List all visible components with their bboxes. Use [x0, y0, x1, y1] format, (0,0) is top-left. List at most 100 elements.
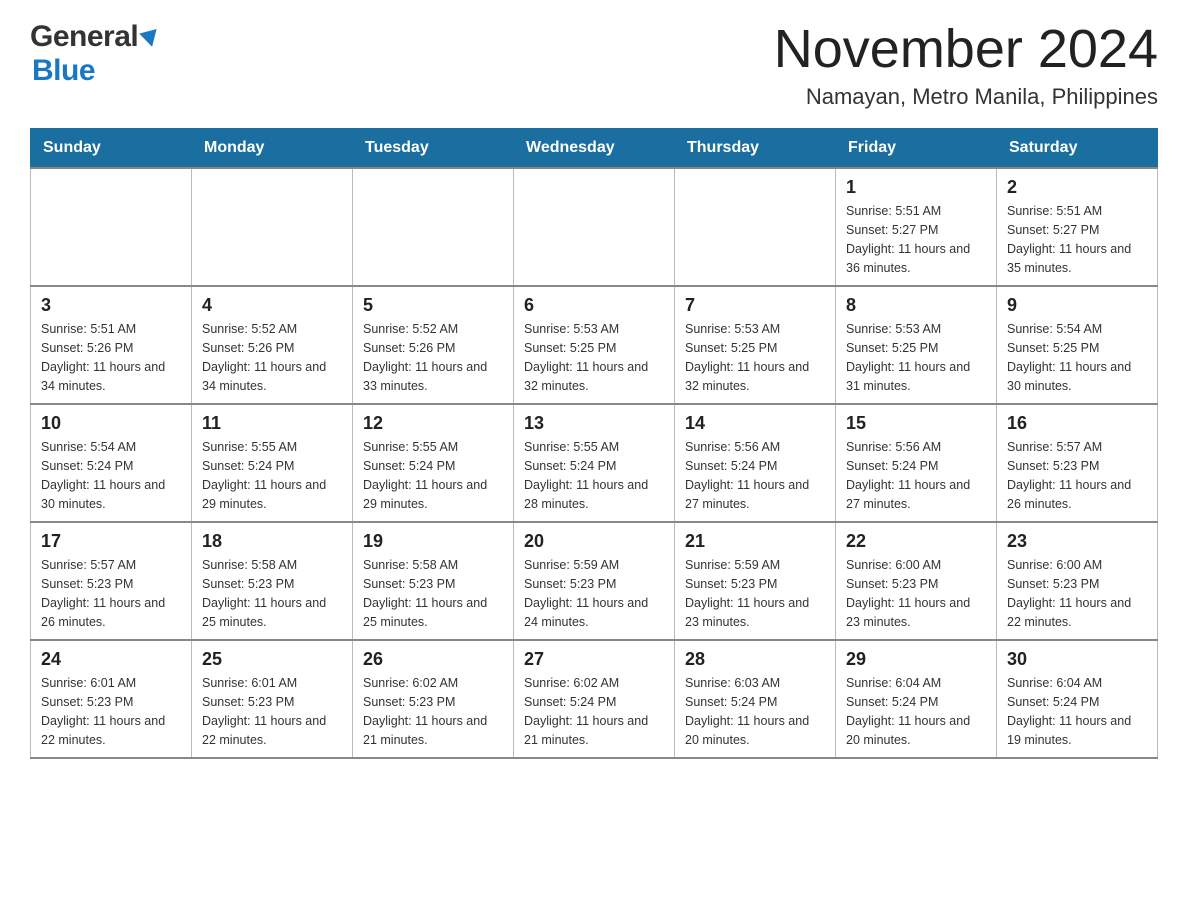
calendar-cell: 14Sunrise: 5:56 AMSunset: 5:24 PMDayligh…	[675, 404, 836, 522]
day-info: Sunrise: 6:01 AMSunset: 5:23 PMDaylight:…	[202, 674, 342, 749]
day-info: Sunrise: 5:58 AMSunset: 5:23 PMDaylight:…	[363, 556, 503, 631]
day-info: Sunrise: 5:53 AMSunset: 5:25 PMDaylight:…	[685, 320, 825, 395]
day-info: Sunrise: 5:59 AMSunset: 5:23 PMDaylight:…	[524, 556, 664, 631]
day-info: Sunrise: 5:53 AMSunset: 5:25 PMDaylight:…	[524, 320, 664, 395]
day-number: 8	[846, 295, 986, 316]
calendar-cell	[192, 168, 353, 286]
calendar-cell: 25Sunrise: 6:01 AMSunset: 5:23 PMDayligh…	[192, 640, 353, 758]
day-number: 2	[1007, 177, 1147, 198]
calendar-cell: 21 Sunrise: 5:59 AMSunset: 5:23 PMDayligh…	[675, 522, 836, 640]
day-info: Sunrise: 5:52 AMSunset: 5:26 PMDaylight:…	[202, 320, 342, 395]
day-number: 10	[41, 413, 181, 434]
day-info: Sunrise: 6:00 AMSunset: 5:23 PMDaylight:…	[1007, 556, 1147, 631]
calendar-cell	[514, 168, 675, 286]
day-info: Sunrise: 6:03 AMSunset: 5:24 PMDaylight:…	[685, 674, 825, 749]
calendar-cell: 26 Sunrise: 6:02 AMSunset: 5:23 PMDayligh…	[353, 640, 514, 758]
day-info: Sunrise: 6:04 AMSunset: 5:24 PMDaylight:…	[846, 674, 986, 749]
day-info: Sunrise: 5:57 AMSunset: 5:23 PMDaylight:…	[1007, 438, 1147, 513]
day-number: 3	[41, 295, 181, 316]
day-number: 15	[846, 413, 986, 434]
day-info: Sunrise: 5:54 AMSunset: 5:25 PMDaylight:…	[1007, 320, 1147, 395]
day-number: 22	[846, 531, 986, 552]
day-info: Sunrise: 5:53 AMSunset: 5:25 PMDaylight:…	[846, 320, 986, 395]
calendar-cell: 22 Sunrise: 6:00 AMSunset: 5:23 PMDayligh…	[836, 522, 997, 640]
calendar-cell: 3 Sunrise: 5:51 AMSunset: 5:26 PMDaylight…	[31, 286, 192, 404]
calendar-week-3: 10 Sunrise: 5:54 AMSunset: 5:24 PMDayligh…	[31, 404, 1158, 522]
day-info: Sunrise: 6:02 AMSunset: 5:23 PMDaylight:…	[363, 674, 503, 749]
calendar-cell: 2 Sunrise: 5:51 AMSunset: 5:27 PMDaylight…	[997, 168, 1158, 286]
calendar-cell: 1Sunrise: 5:51 AMSunset: 5:27 PMDaylight…	[836, 168, 997, 286]
calendar-header-tuesday: Tuesday	[353, 129, 514, 169]
calendar-cell: 15 Sunrise: 5:56 AMSunset: 5:24 PMDayligh…	[836, 404, 997, 522]
page-header: General Blue November 2024 Namayan, Metr…	[30, 20, 1158, 110]
calendar-cell: 9 Sunrise: 5:54 AMSunset: 5:25 PMDaylight…	[997, 286, 1158, 404]
calendar-cell: 23Sunrise: 6:00 AMSunset: 5:23 PMDayligh…	[997, 522, 1158, 640]
day-number: 5	[363, 295, 503, 316]
day-info: Sunrise: 5:54 AMSunset: 5:24 PMDaylight:…	[41, 438, 181, 513]
calendar-header-monday: Monday	[192, 129, 353, 169]
day-number: 21	[685, 531, 825, 552]
day-info: Sunrise: 5:52 AMSunset: 5:26 PMDaylight:…	[363, 320, 503, 395]
calendar-table: SundayMondayTuesdayWednesdayThursdayFrid…	[30, 128, 1158, 759]
subtitle: Namayan, Metro Manila, Philippines	[774, 84, 1158, 110]
calendar-week-4: 17Sunrise: 5:57 AMSunset: 5:23 PMDayligh…	[31, 522, 1158, 640]
logo-blue-text: Blue	[32, 54, 95, 87]
calendar-cell: 7 Sunrise: 5:53 AMSunset: 5:25 PMDaylight…	[675, 286, 836, 404]
day-number: 6	[524, 295, 664, 316]
calendar-cell: 18Sunrise: 5:58 AMSunset: 5:23 PMDayligh…	[192, 522, 353, 640]
day-info: Sunrise: 6:00 AMSunset: 5:23 PMDaylight:…	[846, 556, 986, 631]
main-title: November 2024	[774, 20, 1158, 79]
day-number: 13	[524, 413, 664, 434]
calendar-cell: 19 Sunrise: 5:58 AMSunset: 5:23 PMDayligh…	[353, 522, 514, 640]
day-number: 19	[363, 531, 503, 552]
day-info: Sunrise: 5:55 AMSunset: 5:24 PMDaylight:…	[363, 438, 503, 513]
calendar-cell: 10 Sunrise: 5:54 AMSunset: 5:24 PMDayligh…	[31, 404, 192, 522]
calendar-week-5: 24Sunrise: 6:01 AMSunset: 5:23 PMDayligh…	[31, 640, 1158, 758]
day-number: 28	[685, 649, 825, 670]
day-info: Sunrise: 6:04 AMSunset: 5:24 PMDaylight:…	[1007, 674, 1147, 749]
calendar-cell: 11Sunrise: 5:55 AMSunset: 5:24 PMDayligh…	[192, 404, 353, 522]
calendar-header-row: SundayMondayTuesdayWednesdayThursdayFrid…	[31, 129, 1158, 169]
day-number: 27	[524, 649, 664, 670]
day-number: 12	[363, 413, 503, 434]
day-info: Sunrise: 5:51 AMSunset: 5:27 PMDaylight:…	[1007, 202, 1147, 277]
calendar-cell: 16 Sunrise: 5:57 AMSunset: 5:23 PMDayligh…	[997, 404, 1158, 522]
title-block: November 2024 Namayan, Metro Manila, Phi…	[774, 20, 1158, 110]
calendar-cell: 24Sunrise: 6:01 AMSunset: 5:23 PMDayligh…	[31, 640, 192, 758]
calendar-header-wednesday: Wednesday	[514, 129, 675, 169]
day-info: Sunrise: 5:51 AMSunset: 5:26 PMDaylight:…	[41, 320, 181, 395]
calendar-header-thursday: Thursday	[675, 129, 836, 169]
day-info: Sunrise: 6:02 AMSunset: 5:24 PMDaylight:…	[524, 674, 664, 749]
calendar-cell: 27 Sunrise: 6:02 AMSunset: 5:24 PMDayligh…	[514, 640, 675, 758]
day-number: 20	[524, 531, 664, 552]
calendar-cell: 30 Sunrise: 6:04 AMSunset: 5:24 PMDayligh…	[997, 640, 1158, 758]
day-info: Sunrise: 5:59 AMSunset: 5:23 PMDaylight:…	[685, 556, 825, 631]
day-number: 26	[363, 649, 503, 670]
calendar-cell	[353, 168, 514, 286]
day-number: 9	[1007, 295, 1147, 316]
day-number: 7	[685, 295, 825, 316]
calendar-cell: 12 Sunrise: 5:55 AMSunset: 5:24 PMDayligh…	[353, 404, 514, 522]
calendar-cell: 13Sunrise: 5:55 AMSunset: 5:24 PMDayligh…	[514, 404, 675, 522]
day-number: 29	[846, 649, 986, 670]
day-number: 11	[202, 413, 342, 434]
day-number: 18	[202, 531, 342, 552]
calendar-cell: 17Sunrise: 5:57 AMSunset: 5:23 PMDayligh…	[31, 522, 192, 640]
day-number: 17	[41, 531, 181, 552]
logo-general-text: General	[30, 20, 138, 54]
calendar-cell	[675, 168, 836, 286]
day-number: 30	[1007, 649, 1147, 670]
calendar-header-saturday: Saturday	[997, 129, 1158, 169]
calendar-header-friday: Friday	[836, 129, 997, 169]
day-number: 16	[1007, 413, 1147, 434]
calendar-week-1: 1Sunrise: 5:51 AMSunset: 5:27 PMDaylight…	[31, 168, 1158, 286]
day-info: Sunrise: 5:56 AMSunset: 5:24 PMDaylight:…	[846, 438, 986, 513]
calendar-cell: 29 Sunrise: 6:04 AMSunset: 5:24 PMDayligh…	[836, 640, 997, 758]
logo: General Blue	[30, 20, 159, 88]
calendar-cell: 4Sunrise: 5:52 AMSunset: 5:26 PMDaylight…	[192, 286, 353, 404]
calendar-cell: 28 Sunrise: 6:03 AMSunset: 5:24 PMDayligh…	[675, 640, 836, 758]
calendar-cell: 5 Sunrise: 5:52 AMSunset: 5:26 PMDaylight…	[353, 286, 514, 404]
calendar-cell	[31, 168, 192, 286]
calendar-cell: 6 Sunrise: 5:53 AMSunset: 5:25 PMDaylight…	[514, 286, 675, 404]
day-number: 14	[685, 413, 825, 434]
